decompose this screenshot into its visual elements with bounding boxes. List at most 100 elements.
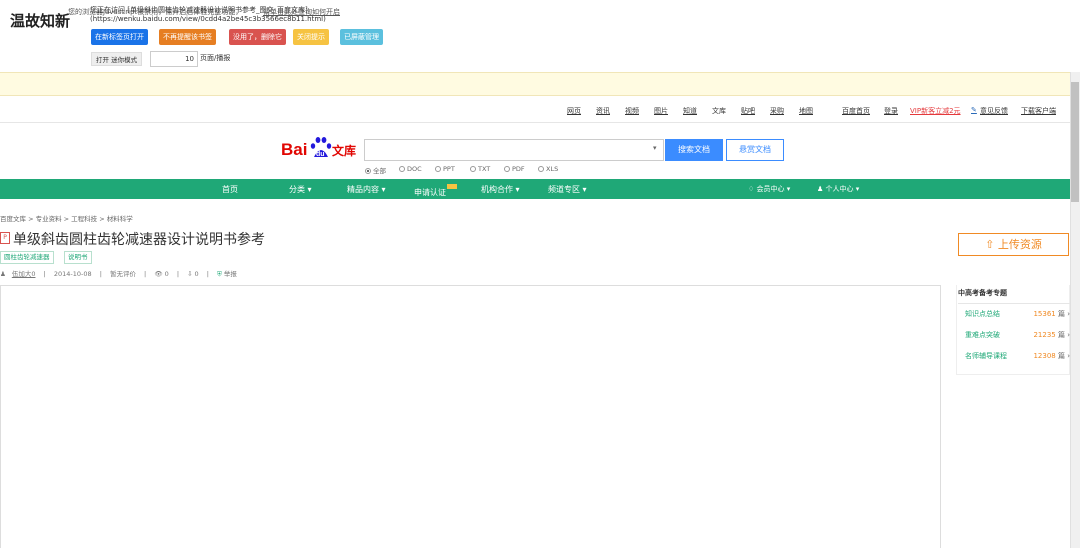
chevron-down-icon: ▾ [582,185,587,194]
open-mini-mode-button[interactable]: 打开 迷你模式 [91,52,143,66]
filter-ppt[interactable]: PPT [435,165,455,173]
filter-pdf-label: PDF [512,165,525,173]
nav-channel[interactable]: 频道专区 ▾ [548,184,587,195]
logo-wenku-text: 文库 [332,143,356,158]
exam-item-name: 重难点突破 [965,331,1000,339]
chevron-down-icon: ▾ [515,185,520,194]
chevron-down-icon[interactable]: ▾ [653,144,657,152]
feedback-icon[interactable]: ✎ [971,106,977,114]
author-icon: ♟ [0,270,6,278]
filter-ppt-label: PPT [443,165,455,173]
toplink-vip[interactable]: VIP新客立减2元 [910,106,961,116]
toplink-caigou[interactable]: 采购 [770,106,784,116]
exam-title: 中高考备考专题 [958,288,1070,304]
meta-divider: | [206,270,209,278]
exam-item-name: 知识点总结 [965,310,1000,318]
toplink-login[interactable]: 登录 [884,106,898,116]
diamond-icon: ♢ [748,185,755,193]
logo-bai-text: Bai [281,140,307,159]
meta-divider: | [144,270,147,278]
baidu-wenku-logo[interactable]: Bai du 文库 [281,135,361,161]
exam-item[interactable]: 知识点总结 15361 篇 › [958,304,1070,325]
brand-title: 温故知新 [10,12,71,30]
nav-member-center[interactable]: ♢ 会员中心 ▾ [748,184,790,194]
filter-all-label: 全部 [373,167,386,175]
search-input[interactable] [364,139,664,161]
nav-personal-center[interactable]: ♟ 个人中心 ▾ [817,184,859,194]
exam-item[interactable]: 重难点突破 21235 篇 › [958,325,1070,346]
main-nav-bar [0,179,1070,199]
close-tip-button[interactable]: 关闭提示 [293,29,329,45]
filter-doc[interactable]: DOC [399,165,422,173]
search-doc-button[interactable]: 搜索文档 [665,139,723,161]
upload-label: 上传资源 [997,238,1042,251]
filter-all[interactable]: 全部 [365,165,386,175]
breadcrumb[interactable]: 百度文库 > 专业资料 > 工程科技 > 材料科学 [0,213,133,223]
nav-category[interactable]: 分类 ▾ [289,184,312,195]
header-divider [0,122,1070,123]
filter-txt-label: TXT [478,165,491,173]
exam-item-name: 名师辅导课程 [965,352,1007,360]
download-icon: ⇩ [187,270,193,278]
toplink-tieba[interactable]: 贴吧 [741,106,755,116]
toplink-home[interactable]: 百度首页 [842,106,870,116]
js-notice-link[interactable]: 请单击此处查询如何开启 [263,7,340,17]
toplink-feedback[interactable]: 意见反馈 [980,106,1008,116]
nav-personal-label: 个人中心 [825,185,854,193]
report-link[interactable]: 举报 [224,270,237,278]
toplink-image[interactable]: 图片 [654,106,668,116]
chevron-down-icon: ▾ [381,185,386,194]
meta-divider: | [176,270,180,278]
open-new-tab-button[interactable]: 在新标签页打开 [91,29,148,45]
author-link[interactable]: 伍加大0 [12,270,36,278]
radio-icon [538,166,544,172]
nav-certify[interactable]: 申请认证 [414,184,457,198]
tag-reducer[interactable]: 圆柱齿轮减速器 [0,251,54,264]
toplink-map[interactable]: 地图 [799,106,813,116]
exam-item-count: 21235 篇 › [1033,331,1070,339]
scrollbar-thumb[interactable] [1071,82,1079,202]
nav-premium[interactable]: 精品内容 ▾ [347,184,386,195]
filter-xls[interactable]: XLS [538,165,558,173]
radio-icon [470,166,476,172]
user-icon: ♟ [817,185,824,193]
filter-pdf[interactable]: PDF [504,165,525,173]
nav-certify-label: 申请认证 [414,188,446,197]
filter-txt[interactable]: TXT [470,165,490,173]
download-count: 0 [194,270,199,278]
toplink-news[interactable]: 资讯 [596,106,610,116]
radio-checked-icon [365,168,371,174]
toplink-download[interactable]: 下载客户端 [1021,106,1056,116]
reward-doc-button[interactable]: 悬赏文档 [726,139,784,161]
stop-remind-button[interactable]: 不再提醒该书签 [159,29,216,45]
doc-meta: ♟ 伍加大0 | 2014-10-08 | 暂无评价 | 👁 0 | ⇩ 0 | ⛨ 举… [0,268,243,279]
upload-resource-button[interactable]: ⇧ 上传资源 [958,233,1069,256]
toplink-wenku[interactable]: 文库 [712,106,726,116]
chevron-down-icon: ▾ [307,185,312,194]
exam-topics-panel: 中高考备考专题 知识点总结 15361 篇 › 重难点突破 21235 篇 › … [958,288,1070,367]
eye-icon: 👁 [154,270,163,278]
meta-divider: | [43,270,46,278]
delete-bookmark-button[interactable]: 没用了，删除它 [229,29,286,45]
radio-icon [399,166,405,172]
toplink-video[interactable]: 视频 [625,106,639,116]
toplink-web[interactable]: 网页 [567,106,581,116]
logo-du-text: du [316,151,325,158]
pages-input[interactable]: 10 [150,51,198,67]
upload-icon: ⇧ [985,238,995,251]
exam-item[interactable]: 名师辅导课程 12308 篇 › [958,346,1070,367]
js-notice-bar [0,72,1080,96]
new-badge-icon [447,184,457,189]
js-notice-message: 您的浏览器Javascript被禁用，需开启后体验完整功能， [68,8,243,16]
pages-unit-label: 页面/播报 [200,54,231,62]
toplink-zhidao[interactable]: 知道 [683,106,697,116]
page-title: 单级斜齿圆柱齿轮减速器设计说明书参考 [13,232,265,248]
document-viewer[interactable] [0,285,941,548]
nav-home[interactable]: 首页 [222,184,238,195]
doc-rating: 暂无评价 [109,270,136,278]
nav-channel-label: 频道专区 [548,185,580,194]
tag-manual[interactable]: 说明书 [64,251,92,264]
nav-member-label: 会员中心 [756,185,785,193]
blocked-manage-button[interactable]: 已屏蔽管理 [340,29,383,45]
nav-cooperation[interactable]: 机构合作 ▾ [481,184,520,195]
